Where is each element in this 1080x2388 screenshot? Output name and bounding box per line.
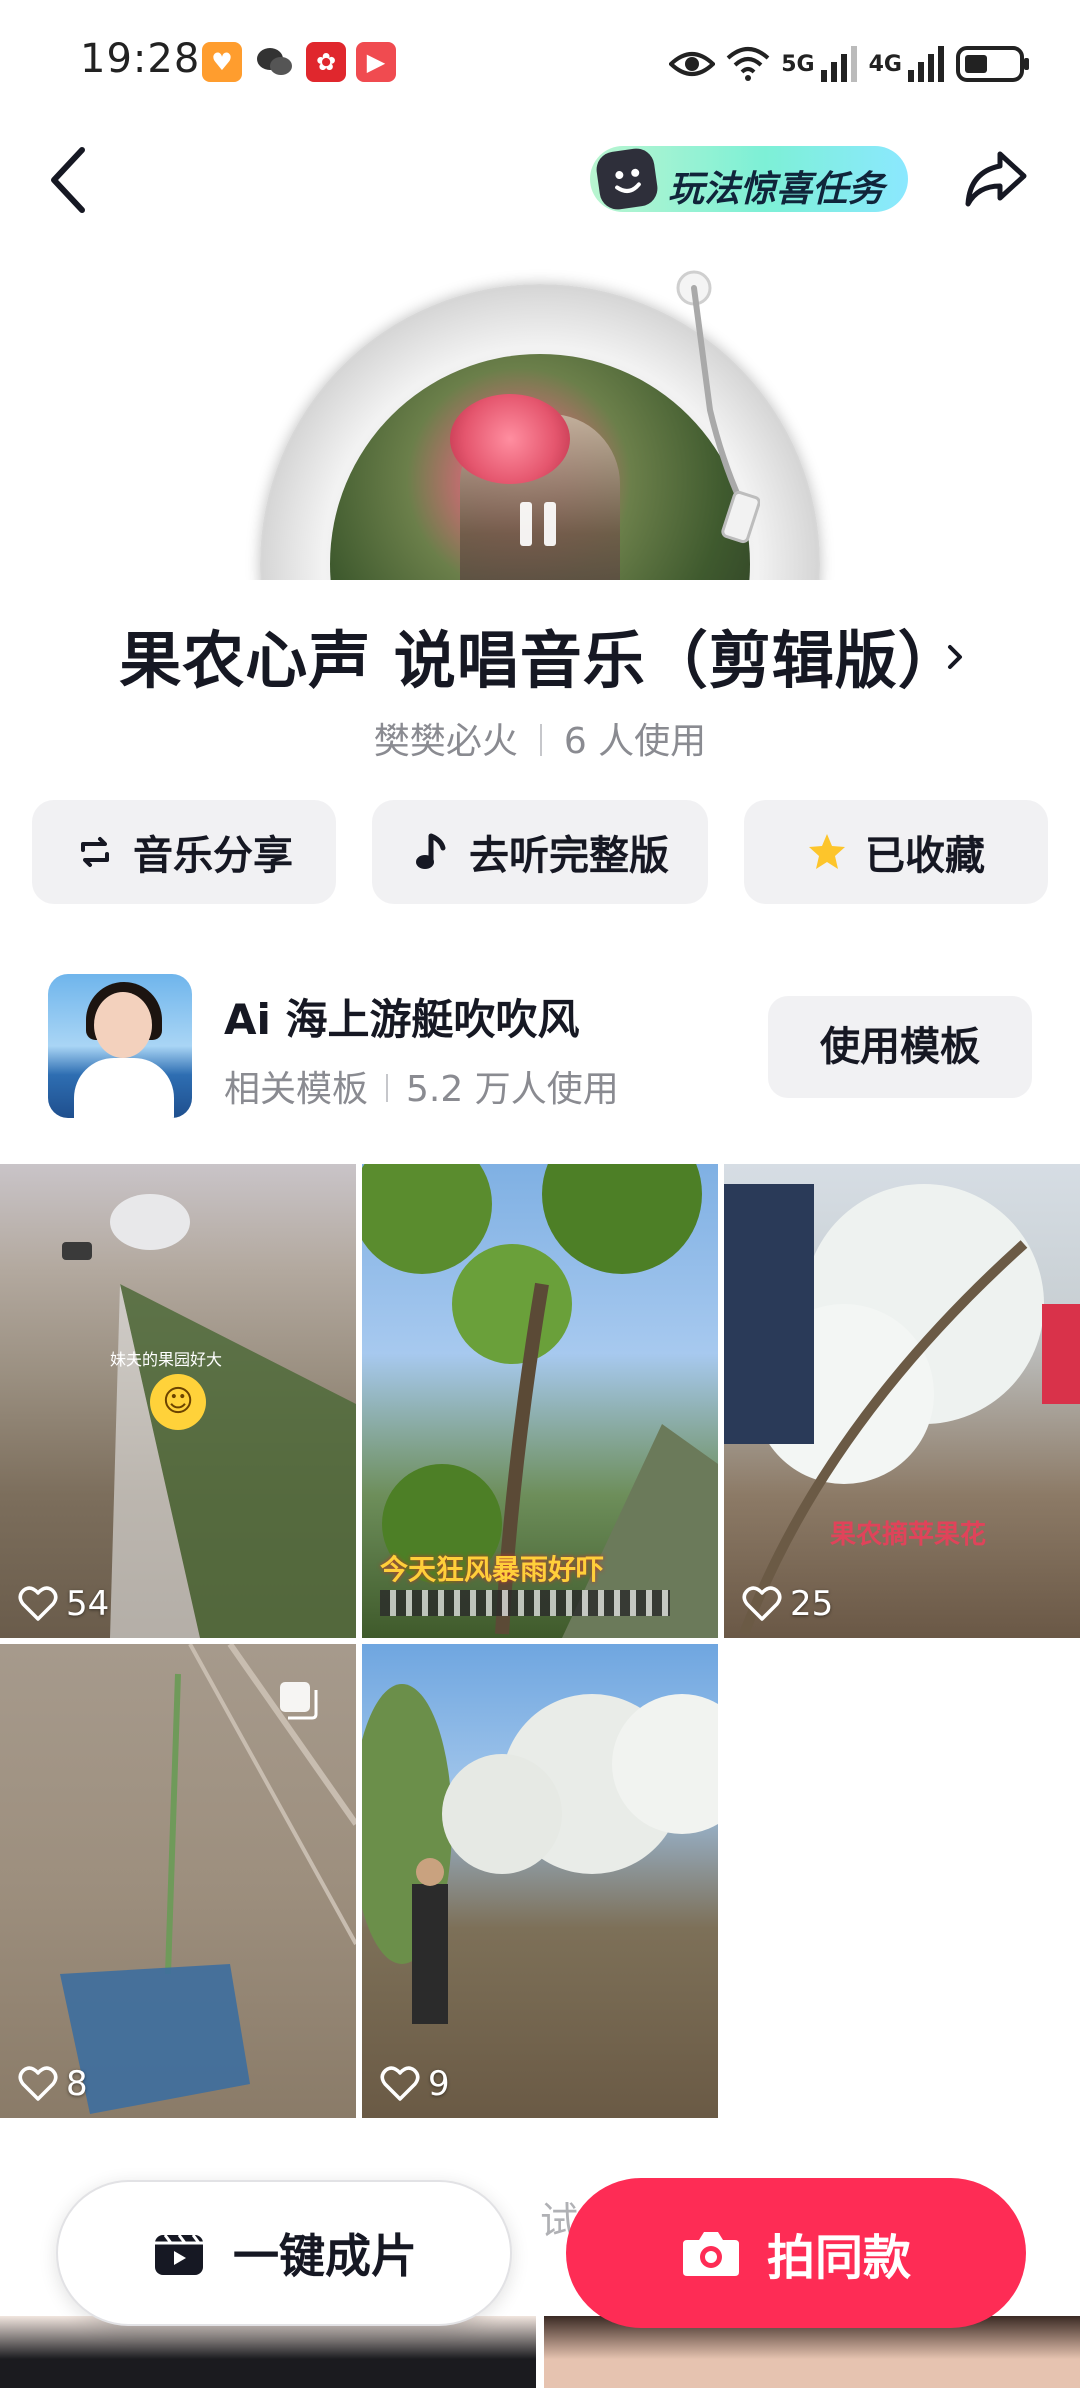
back-button[interactable] (42, 142, 98, 218)
song-title: 果农心声 说唱音乐（剪辑版） (119, 624, 961, 697)
music-note-icon (416, 833, 446, 869)
favorite-label: 已收藏 (865, 833, 985, 879)
shoot-same-label: 拍同款 (766, 2230, 911, 2286)
pause-icon[interactable] (520, 502, 560, 546)
status-time: 19:28 (80, 36, 201, 82)
video-caption: 妹夫的果园好大 (110, 1350, 223, 1369)
wifi-icon (726, 47, 770, 81)
shoot-same-button[interactable]: 拍同款 (566, 2178, 1026, 2328)
camera-icon (682, 2232, 739, 2276)
like-count: 9 (380, 2064, 450, 2104)
song-author[interactable]: 樊樊必火 (374, 721, 518, 762)
wechat-icon (254, 42, 294, 82)
like-count: 25 (742, 1584, 833, 1624)
eye-icon (669, 52, 716, 76)
one-click-label: 一键成片 (233, 2229, 417, 2283)
tonearm-icon (676, 270, 760, 544)
video-thumbnail[interactable]: 果农摘苹果花 25 (724, 1164, 1080, 1638)
video-thumbnail[interactable]: 9 (362, 1644, 718, 2118)
like-count: 54 (18, 1584, 109, 1624)
music-share-button[interactable]: 音乐分享 (32, 800, 336, 904)
music-share-label: 音乐分享 (133, 833, 293, 879)
video-app-icon: ▶ (356, 42, 396, 82)
heart-icon (18, 1586, 58, 1621)
music-player-disc[interactable] (150, 250, 930, 580)
video-thumbnail[interactable]: 今天狂风暴雨好吓 (362, 1164, 718, 1638)
video-thumbnail[interactable]: 8 (0, 1644, 356, 2118)
share-button[interactable] (962, 146, 1028, 212)
heart-app-icon: ♥ (202, 42, 242, 82)
song-title-row[interactable]: 果农心声 说唱音乐（剪辑版） (0, 610, 1080, 700)
use-template-button[interactable]: 使用模板 (768, 996, 1032, 1098)
video-thumbnail-partial[interactable] (0, 2316, 536, 2388)
listen-full-button[interactable]: 去听完整版 (372, 800, 708, 904)
surprise-task-button[interactable]: 玩法惊喜任务 (590, 146, 908, 212)
repost-icon (81, 837, 109, 867)
battery-icon (956, 46, 1029, 82)
video-thumbnail[interactable]: 妹夫的果园好大 ☺ 54 (0, 1164, 356, 1638)
blurred-subtitle (380, 1590, 670, 1616)
clapperboard-icon (155, 2234, 203, 2275)
chevron-left-icon (51, 147, 85, 213)
template-name[interactable]: Ai 海上游艇吹吹风 (224, 986, 580, 1047)
grinning-emoji-icon: ☺ (150, 1374, 206, 1430)
one-click-create-button[interactable]: 一键成片 (56, 2180, 512, 2326)
song-usage-count: 6 人使用 (563, 721, 707, 762)
heart-icon (380, 2066, 420, 2101)
signal-5g-icon (820, 46, 857, 82)
template-meta: 相关模板 5.2 万人使用 (224, 1060, 619, 1112)
task-label: 玩法惊喜任务 (668, 169, 885, 210)
template-usage: 5.2 万人使用 (406, 1069, 619, 1110)
template-tag: 相关模板 (224, 1069, 369, 1110)
heart-icon (18, 2066, 58, 2101)
chevron-right-icon[interactable] (940, 642, 970, 672)
song-meta: 樊樊必火 6 人使用 (0, 712, 1080, 764)
multi-photo-icon (280, 1682, 318, 1720)
listen-full-label: 去听完整版 (469, 833, 669, 879)
network-4g-label: 4G (868, 51, 902, 77)
video-caption: 果农摘苹果花 (830, 1520, 987, 1550)
smiley-task-icon (594, 146, 660, 212)
meta-divider (539, 724, 542, 756)
star-icon (809, 834, 845, 869)
like-count: 8 (18, 2064, 88, 2104)
network-5g-label: 5G (781, 51, 815, 77)
template-thumbnail[interactable] (48, 974, 192, 1118)
signal-4g-icon (908, 46, 944, 82)
heart-icon (742, 1586, 782, 1621)
status-bar: 19:28 ♥ ✿ ▶ 5G 4G (0, 0, 1080, 120)
share-arrow-icon (965, 151, 1027, 207)
meta-divider (386, 1074, 389, 1102)
video-caption: 今天狂风暴雨好吓 (380, 1553, 605, 1586)
favorite-button[interactable]: 已收藏 (744, 800, 1048, 904)
weibo-icon: ✿ (306, 42, 346, 82)
